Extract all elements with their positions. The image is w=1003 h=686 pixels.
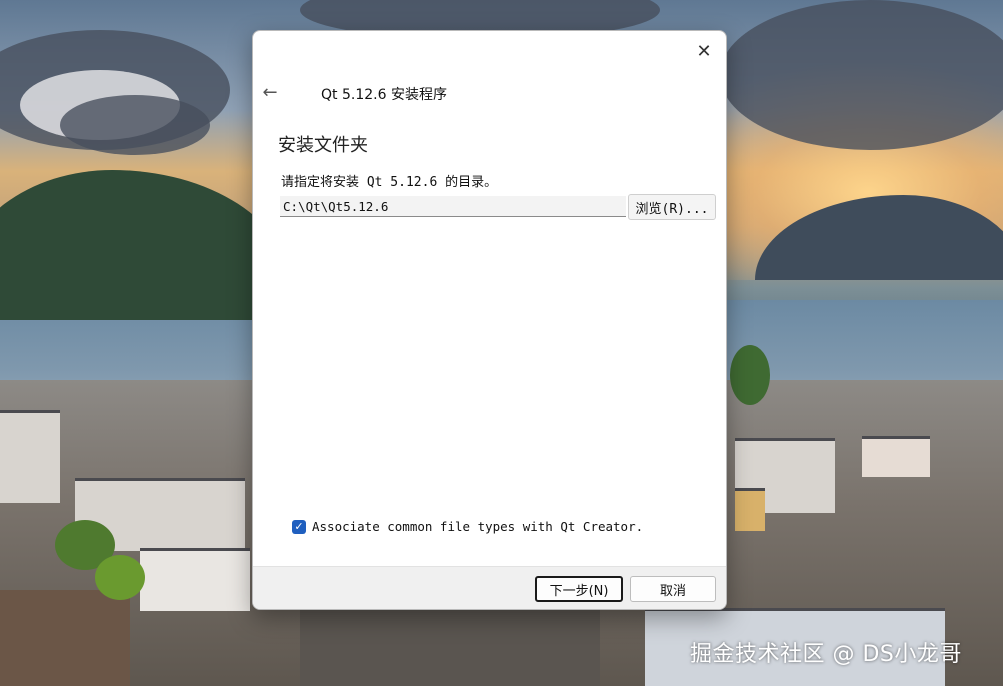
- cancel-button[interactable]: 取消: [630, 576, 716, 602]
- next-button[interactable]: 下一步(N): [535, 576, 623, 602]
- tree: [95, 555, 145, 600]
- building: [735, 488, 765, 531]
- cloud: [60, 95, 210, 155]
- dialog-footer: 下一步(N) 取消: [253, 566, 726, 609]
- tree: [730, 345, 770, 405]
- building: [862, 436, 930, 477]
- desktop-wallpaper: 掘金技术社区 @ DS小龙哥 ✕ ← Qt 5.12.6 安装程序 安装文件夹 …: [0, 0, 1003, 686]
- back-arrow-icon[interactable]: ←: [259, 81, 281, 103]
- building: [0, 410, 60, 503]
- installer-dialog: ✕ ← Qt 5.12.6 安装程序 安装文件夹 请指定将安装 Qt 5.12.…: [252, 30, 727, 610]
- associate-file-types-option[interactable]: ✓ Associate common file types with Qt Cr…: [292, 519, 643, 534]
- install-path-input[interactable]: [280, 196, 626, 217]
- cloud: [720, 0, 1003, 150]
- close-icon[interactable]: ✕: [690, 37, 718, 65]
- browse-button[interactable]: 浏览(R)...: [628, 194, 716, 220]
- checkbox-checked-icon[interactable]: ✓: [292, 519, 306, 534]
- rooftops: [0, 590, 130, 686]
- instruction-text: 请指定将安装 Qt 5.12.6 的目录。: [281, 175, 498, 190]
- section-heading: 安装文件夹: [278, 135, 368, 156]
- associate-file-types-label: Associate common file types with Qt Crea…: [312, 519, 644, 534]
- mountain: [0, 170, 290, 320]
- watermark-text: 掘金技术社区 @ DS小龙哥: [690, 642, 962, 667]
- dialog-title: Qt 5.12.6 安装程序: [321, 87, 447, 103]
- rooftops: [300, 610, 600, 686]
- building: [140, 548, 250, 611]
